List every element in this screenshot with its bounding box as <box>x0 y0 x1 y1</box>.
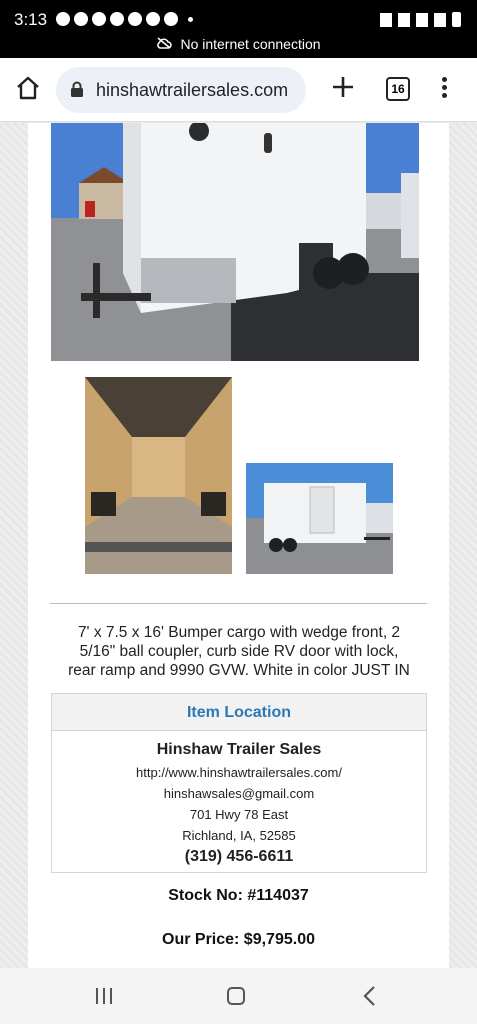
wifi-icon <box>416 12 428 27</box>
home-icon[interactable] <box>14 74 42 102</box>
system-nav-bar <box>0 968 477 1024</box>
dealer-address: 701 Hwy 78 East <box>189 807 289 822</box>
trailer-interior-photo[interactable] <box>85 377 232 574</box>
stock-number: Stock No: #114037 <box>168 887 309 904</box>
lock-icon[interactable] <box>70 81 84 97</box>
network-status: No internet connection <box>0 36 477 52</box>
facebook-icon <box>74 12 88 26</box>
item-location-box: Item Location Hinshaw Trailer Sales http… <box>51 693 427 873</box>
new-tab-icon[interactable] <box>330 74 356 100</box>
listing-description: 7' x 7.5 x 16' Bumper cargo with wedge f… <box>68 624 410 679</box>
listing-card: 7' x 7.5 x 16' Bumper cargo with wedge f… <box>28 123 449 968</box>
trailer-side-photo[interactable] <box>246 463 393 574</box>
section-divider <box>50 603 427 604</box>
address-bar[interactable]: hinshawtrailersales.com <box>56 67 306 113</box>
dealer-website-link[interactable]: http://www.hinshawtrailersales.com/ <box>52 765 426 780</box>
dealer-name: Hinshaw Trailer Sales <box>156 741 322 758</box>
battery-icon <box>452 12 461 27</box>
system-icons <box>380 12 461 27</box>
back-icon[interactable] <box>362 985 378 1007</box>
bluetooth-icon <box>398 12 410 27</box>
more-menu-icon[interactable] <box>436 77 452 101</box>
dealer-city-state-zip: Richland, IA, 52585 <box>182 828 296 843</box>
dealer-phone-link[interactable]: (319) 456-6611 <box>52 848 426 866</box>
play-icon <box>128 12 142 26</box>
more-notifications-icon <box>188 16 193 22</box>
notification-icons <box>56 12 193 26</box>
network-status-text: No internet connection <box>180 36 321 52</box>
trailer-main-photo[interactable] <box>51 123 419 361</box>
listing-price: Our Price: $9,795.00 <box>162 931 315 948</box>
dealer-email-link[interactable]: hinshawsales@gmail.com <box>52 786 426 801</box>
drive-icon <box>146 12 160 26</box>
alarm-icon <box>380 12 392 27</box>
item-location-heading: Item Location <box>52 694 426 731</box>
location-details: Hinshaw Trailer Sales http://www.hinshaw… <box>52 741 426 866</box>
browser-toolbar: hinshawtrailersales.com 16 <box>0 58 477 122</box>
cloud-off-icon <box>156 37 173 52</box>
facebook-icon <box>110 12 124 26</box>
tab-switcher-button[interactable]: 16 <box>386 77 410 101</box>
url-text[interactable]: hinshawtrailersales.com <box>96 80 288 101</box>
home-nav-icon[interactable] <box>227 987 245 1005</box>
messenger-icon <box>56 12 70 26</box>
recents-icon[interactable] <box>95 987 113 1005</box>
gmail-icon <box>164 12 178 26</box>
signal-icon <box>434 12 446 27</box>
facebook-icon <box>92 12 106 26</box>
status-time: 3:13 <box>14 10 48 29</box>
web-page: 7' x 7.5 x 16' Bumper cargo with wedge f… <box>0 123 477 968</box>
status-bar: 3:13 No internet connection <box>0 0 477 58</box>
